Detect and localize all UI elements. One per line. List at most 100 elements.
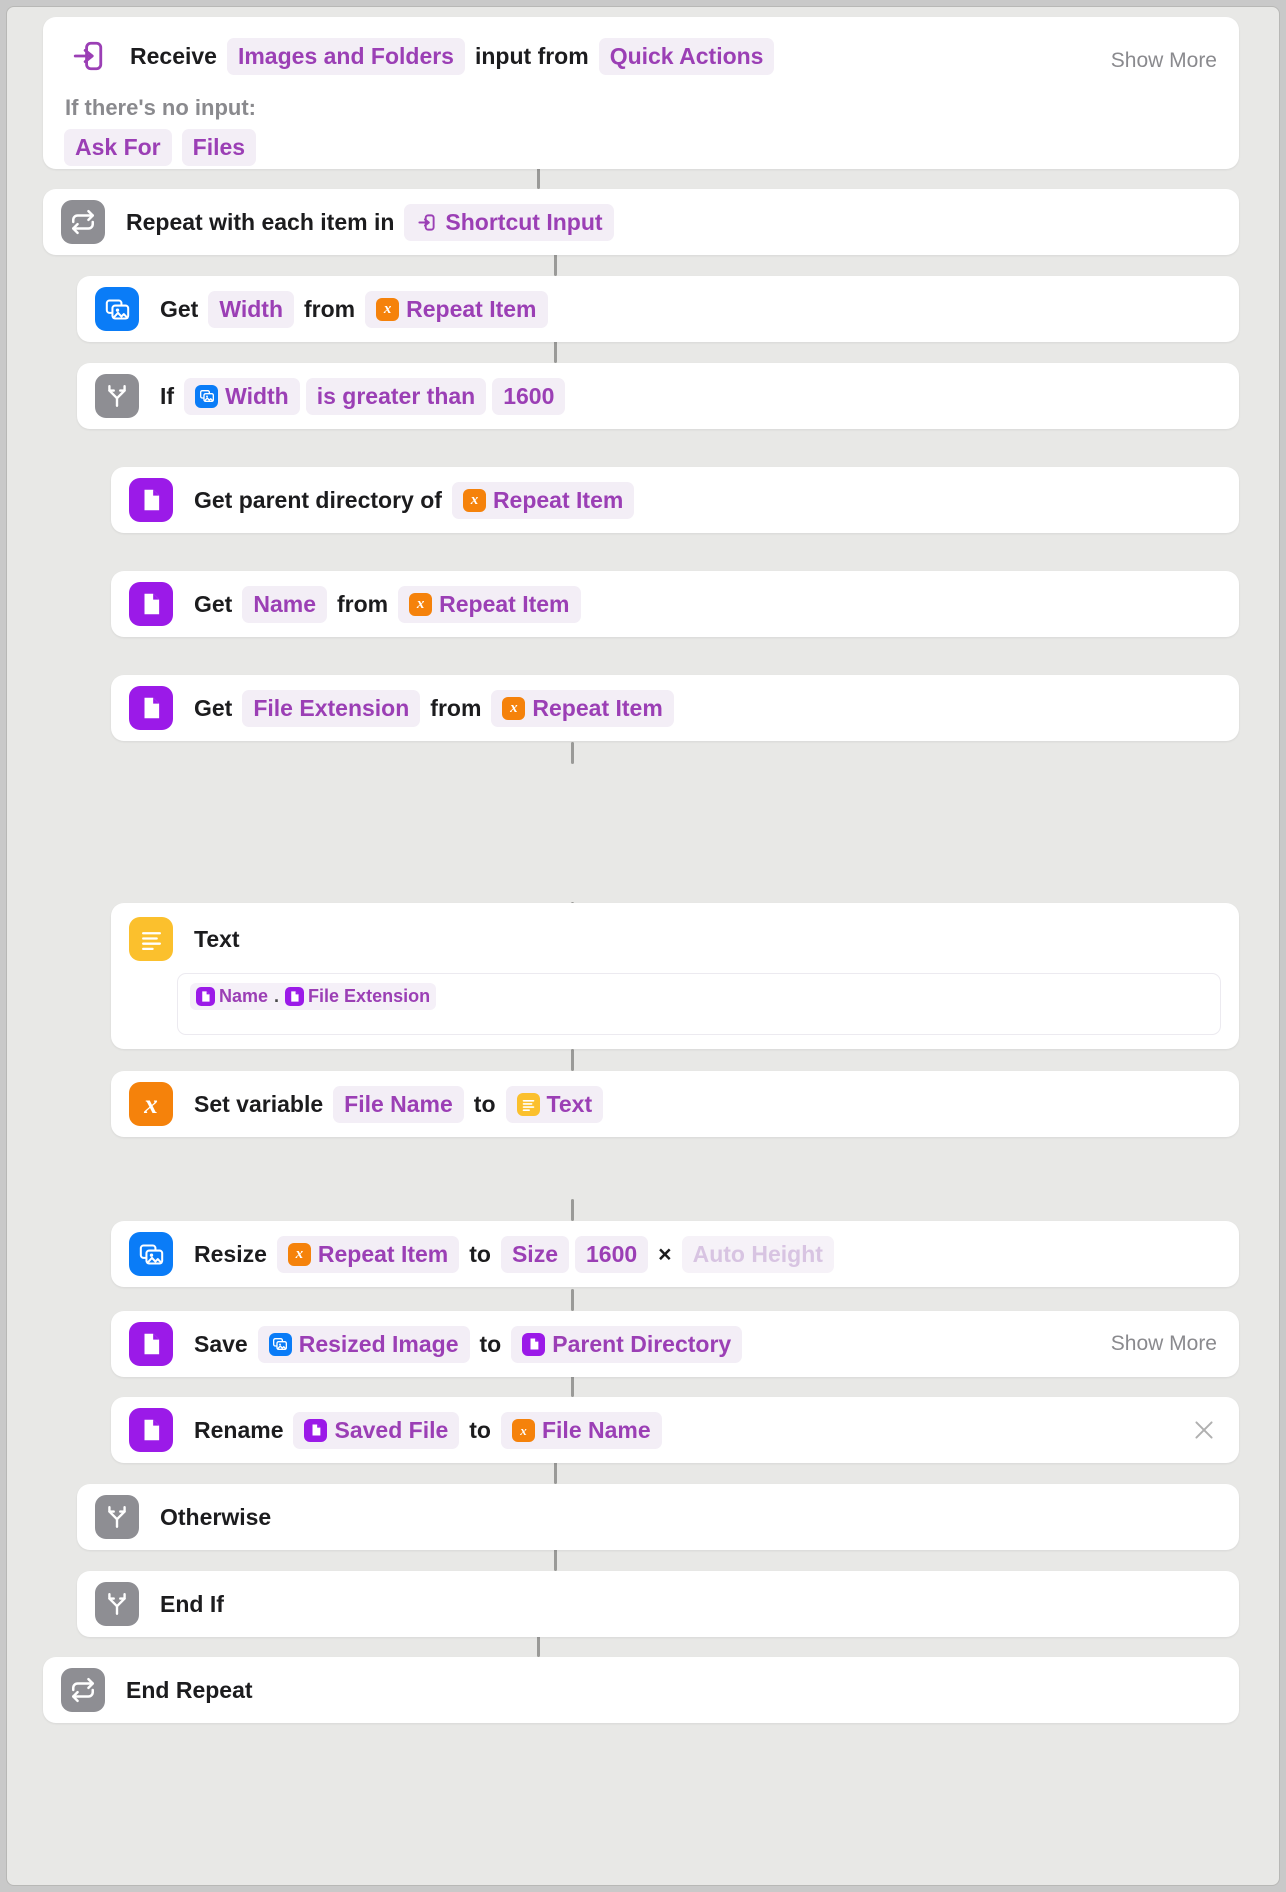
ask-for-token[interactable]: Ask For [64, 129, 172, 166]
receive-source-token[interactable]: Quick Actions [598, 37, 775, 75]
resize-height-placeholder[interactable]: Auto Height [681, 1235, 834, 1273]
name-property-token[interactable]: Name [242, 585, 327, 623]
save-show-more-button[interactable]: Show More [1111, 1332, 1217, 1356]
ask-for-value-token[interactable]: Files [181, 129, 257, 166]
file-extension-property-token[interactable]: File Extension [242, 689, 421, 727]
rename-label: Rename [194, 1416, 284, 1443]
connector-line [554, 1549, 557, 1571]
connector-line [537, 1635, 540, 1657]
otherwise-label: Otherwise [160, 1503, 272, 1530]
image-stack-icon [95, 287, 139, 331]
repeat-item-token[interactable]: x Repeat Item [398, 585, 581, 623]
action-card-otherwise[interactable]: Otherwise [77, 1484, 1239, 1550]
connector-line [571, 1375, 574, 1397]
shortcut-canvas: Receive Images and Folders input from Qu… [7, 7, 1279, 1885]
action-card-get-width[interactable]: Get Width from x Repeat Item [77, 276, 1239, 342]
get-width-middle-text: from [304, 295, 356, 322]
repeat-icon [61, 1668, 105, 1712]
document-icon [129, 686, 173, 730]
receive-header-row: Receive Images and Folders input from Qu… [43, 17, 1239, 79]
connector-line [554, 341, 557, 363]
no-input-pills-row: Ask For Files [43, 121, 1239, 166]
action-card-end-repeat[interactable]: End Repeat [43, 1657, 1239, 1723]
text-lines-icon [129, 917, 173, 961]
width-property-token[interactable]: Width [208, 290, 294, 328]
action-card-get-parent-directory[interactable]: Get parent directory of x Repeat Item [111, 467, 1239, 533]
resize-width-token[interactable]: 1600 [575, 1235, 649, 1273]
variable-x-icon: x [376, 297, 400, 321]
variable-x-icon: x [462, 488, 486, 512]
parent-directory-token[interactable]: Parent Directory [511, 1325, 743, 1363]
repeat-item-token[interactable]: x Repeat Item [276, 1235, 460, 1273]
set-variable-middle-text: to [473, 1090, 496, 1117]
connector-line [571, 1049, 574, 1071]
text-header-row: Text [111, 903, 1239, 961]
branch-icon [95, 1495, 139, 1539]
text-lines-icon [516, 1092, 540, 1116]
get-width-label: Get [160, 295, 199, 322]
text-result-token[interactable]: Text [505, 1085, 604, 1123]
resize-times-symbol: × [658, 1240, 672, 1267]
receive-label: Receive [130, 42, 217, 69]
action-card-get-file-extension[interactable]: Get File Extension from x Repeat Item [111, 675, 1239, 741]
repeat-item-token[interactable]: x Repeat Item [491, 689, 674, 727]
if-subject-token[interactable]: Width [184, 377, 300, 415]
file-name-variable-token[interactable]: x File Name [500, 1411, 662, 1449]
text-input-field[interactable]: Name . File Extension [177, 973, 1221, 1035]
document-icon [522, 1332, 546, 1356]
branch-icon [95, 374, 139, 418]
document-icon [304, 1418, 328, 1442]
resized-image-token[interactable]: Resized Image [257, 1325, 470, 1363]
repeat-label: Repeat with each item in [126, 208, 395, 235]
connector-line [554, 254, 557, 276]
no-input-label: If there's no input: [65, 95, 256, 120]
action-card-save-file[interactable]: Save Resized Image to Parent Directory S… [111, 1311, 1239, 1377]
get-file-extension-middle-text: from [430, 694, 482, 721]
action-card-text[interactable]: Text Name . File Extension [111, 903, 1239, 1049]
action-card-get-name[interactable]: Get Name from x Repeat Item [111, 571, 1239, 637]
receive-input-type-token[interactable]: Images and Folders [226, 37, 465, 75]
connector-line [554, 1462, 557, 1484]
get-name-middle-text: from [337, 590, 389, 617]
connector-line [537, 167, 540, 189]
get-parent-directory-label: Get parent directory of [194, 486, 442, 513]
receive-middle-text: input from [474, 42, 589, 69]
variable-x-icon: x [502, 696, 526, 720]
end-repeat-label: End Repeat [126, 1676, 253, 1703]
image-stack-icon [268, 1332, 292, 1356]
if-label: If [160, 382, 175, 409]
connector-line [571, 742, 574, 764]
receive-show-more-button[interactable]: Show More [1111, 49, 1217, 73]
text-token-file-extension[interactable]: File Extension [285, 986, 430, 1007]
get-file-extension-label: Get [194, 694, 233, 721]
action-card-end-if[interactable]: End If [77, 1571, 1239, 1637]
resize-mode-token[interactable]: Size [500, 1235, 569, 1273]
document-icon [196, 987, 215, 1006]
save-middle-text: to [479, 1330, 502, 1357]
action-card-if-condition[interactable]: If Width is greater than 1600 [77, 363, 1239, 429]
branch-icon [95, 1582, 139, 1626]
action-card-rename-file[interactable]: Rename Saved File to x File Name [111, 1397, 1239, 1463]
get-name-label: Get [194, 590, 233, 617]
if-value-token[interactable]: 1600 [492, 377, 566, 415]
saved-file-token[interactable]: Saved File [293, 1411, 460, 1449]
action-card-repeat-start[interactable]: Repeat with each item in Shortcut Input [43, 189, 1239, 255]
text-token-name[interactable]: Name [196, 986, 268, 1007]
repeat-item-token[interactable]: x Repeat Item [451, 481, 635, 519]
action-card-set-variable[interactable]: x Set variable File Name to Text [111, 1071, 1239, 1137]
text-separator: . [274, 986, 280, 1006]
input-arrow-icon [415, 211, 438, 234]
if-operator-token[interactable]: is greater than [305, 377, 487, 415]
close-icon[interactable] [1191, 1417, 1217, 1443]
action-card-resize-image[interactable]: Resize x Repeat Item to Size 1600 × Auto… [111, 1221, 1239, 1287]
document-icon [285, 987, 305, 1006]
variable-x-icon: x [129, 1082, 173, 1126]
variable-x-icon: x [287, 1242, 311, 1266]
repeat-source-token[interactable]: Shortcut Input [404, 203, 614, 241]
end-if-label: End If [160, 1590, 224, 1617]
variable-name-token[interactable]: File Name [333, 1085, 464, 1123]
receive-input-card[interactable]: Receive Images and Folders input from Qu… [43, 17, 1239, 169]
repeat-item-token[interactable]: x Repeat Item [365, 290, 548, 328]
connector-line [571, 1289, 574, 1311]
document-icon [129, 1322, 173, 1366]
